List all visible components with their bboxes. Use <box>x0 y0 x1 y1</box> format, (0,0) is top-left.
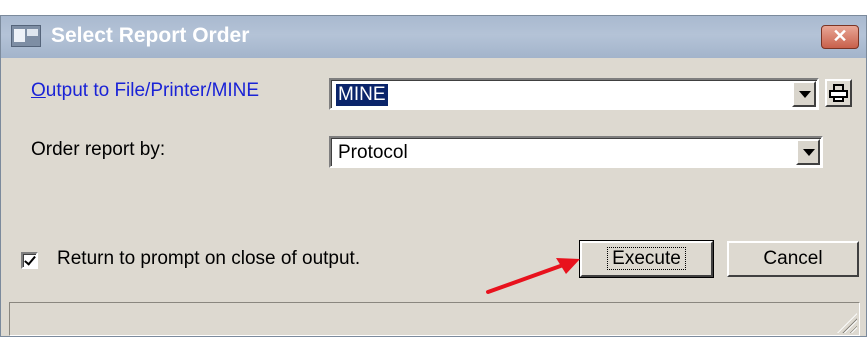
return-prompt-checkbox[interactable] <box>21 252 38 269</box>
order-dropdown-arrow-icon[interactable] <box>796 139 820 165</box>
window-title: Select Report Order <box>51 24 250 47</box>
output-select-value: MINE <box>336 84 388 106</box>
order-select[interactable]: Protocol <box>329 136 823 168</box>
select-report-order-dialog: Select Report Order ✕ Output to File/Pri… <box>0 15 867 337</box>
output-dropdown-arrow-icon[interactable] <box>792 81 816 107</box>
output-label-text: utput to File/Printer/MINE <box>45 80 260 101</box>
order-select-value: Protocol <box>338 142 408 163</box>
status-bar <box>9 302 860 336</box>
resize-grip-icon[interactable] <box>837 313 857 333</box>
output-select[interactable]: MINE <box>329 78 819 110</box>
execute-button-label: Execute <box>607 247 686 270</box>
printer-button[interactable] <box>825 79 852 107</box>
close-button[interactable]: ✕ <box>821 25 859 49</box>
title-bar[interactable]: Select Report Order ✕ <box>1 16 866 58</box>
order-label: Order report by: <box>31 139 166 160</box>
cancel-button[interactable]: Cancel <box>727 241 859 277</box>
close-icon: ✕ <box>832 26 848 46</box>
window-icon <box>11 25 41 47</box>
annotation-arrow-icon <box>486 258 580 294</box>
execute-button[interactable]: Execute <box>579 240 714 278</box>
output-label[interactable]: Output to File/Printer/MINE <box>31 80 259 102</box>
cancel-button-label: Cancel <box>763 248 823 269</box>
return-prompt-label[interactable]: Return to prompt on close of output. <box>57 248 360 270</box>
output-label-mnemonic: O <box>31 80 46 101</box>
